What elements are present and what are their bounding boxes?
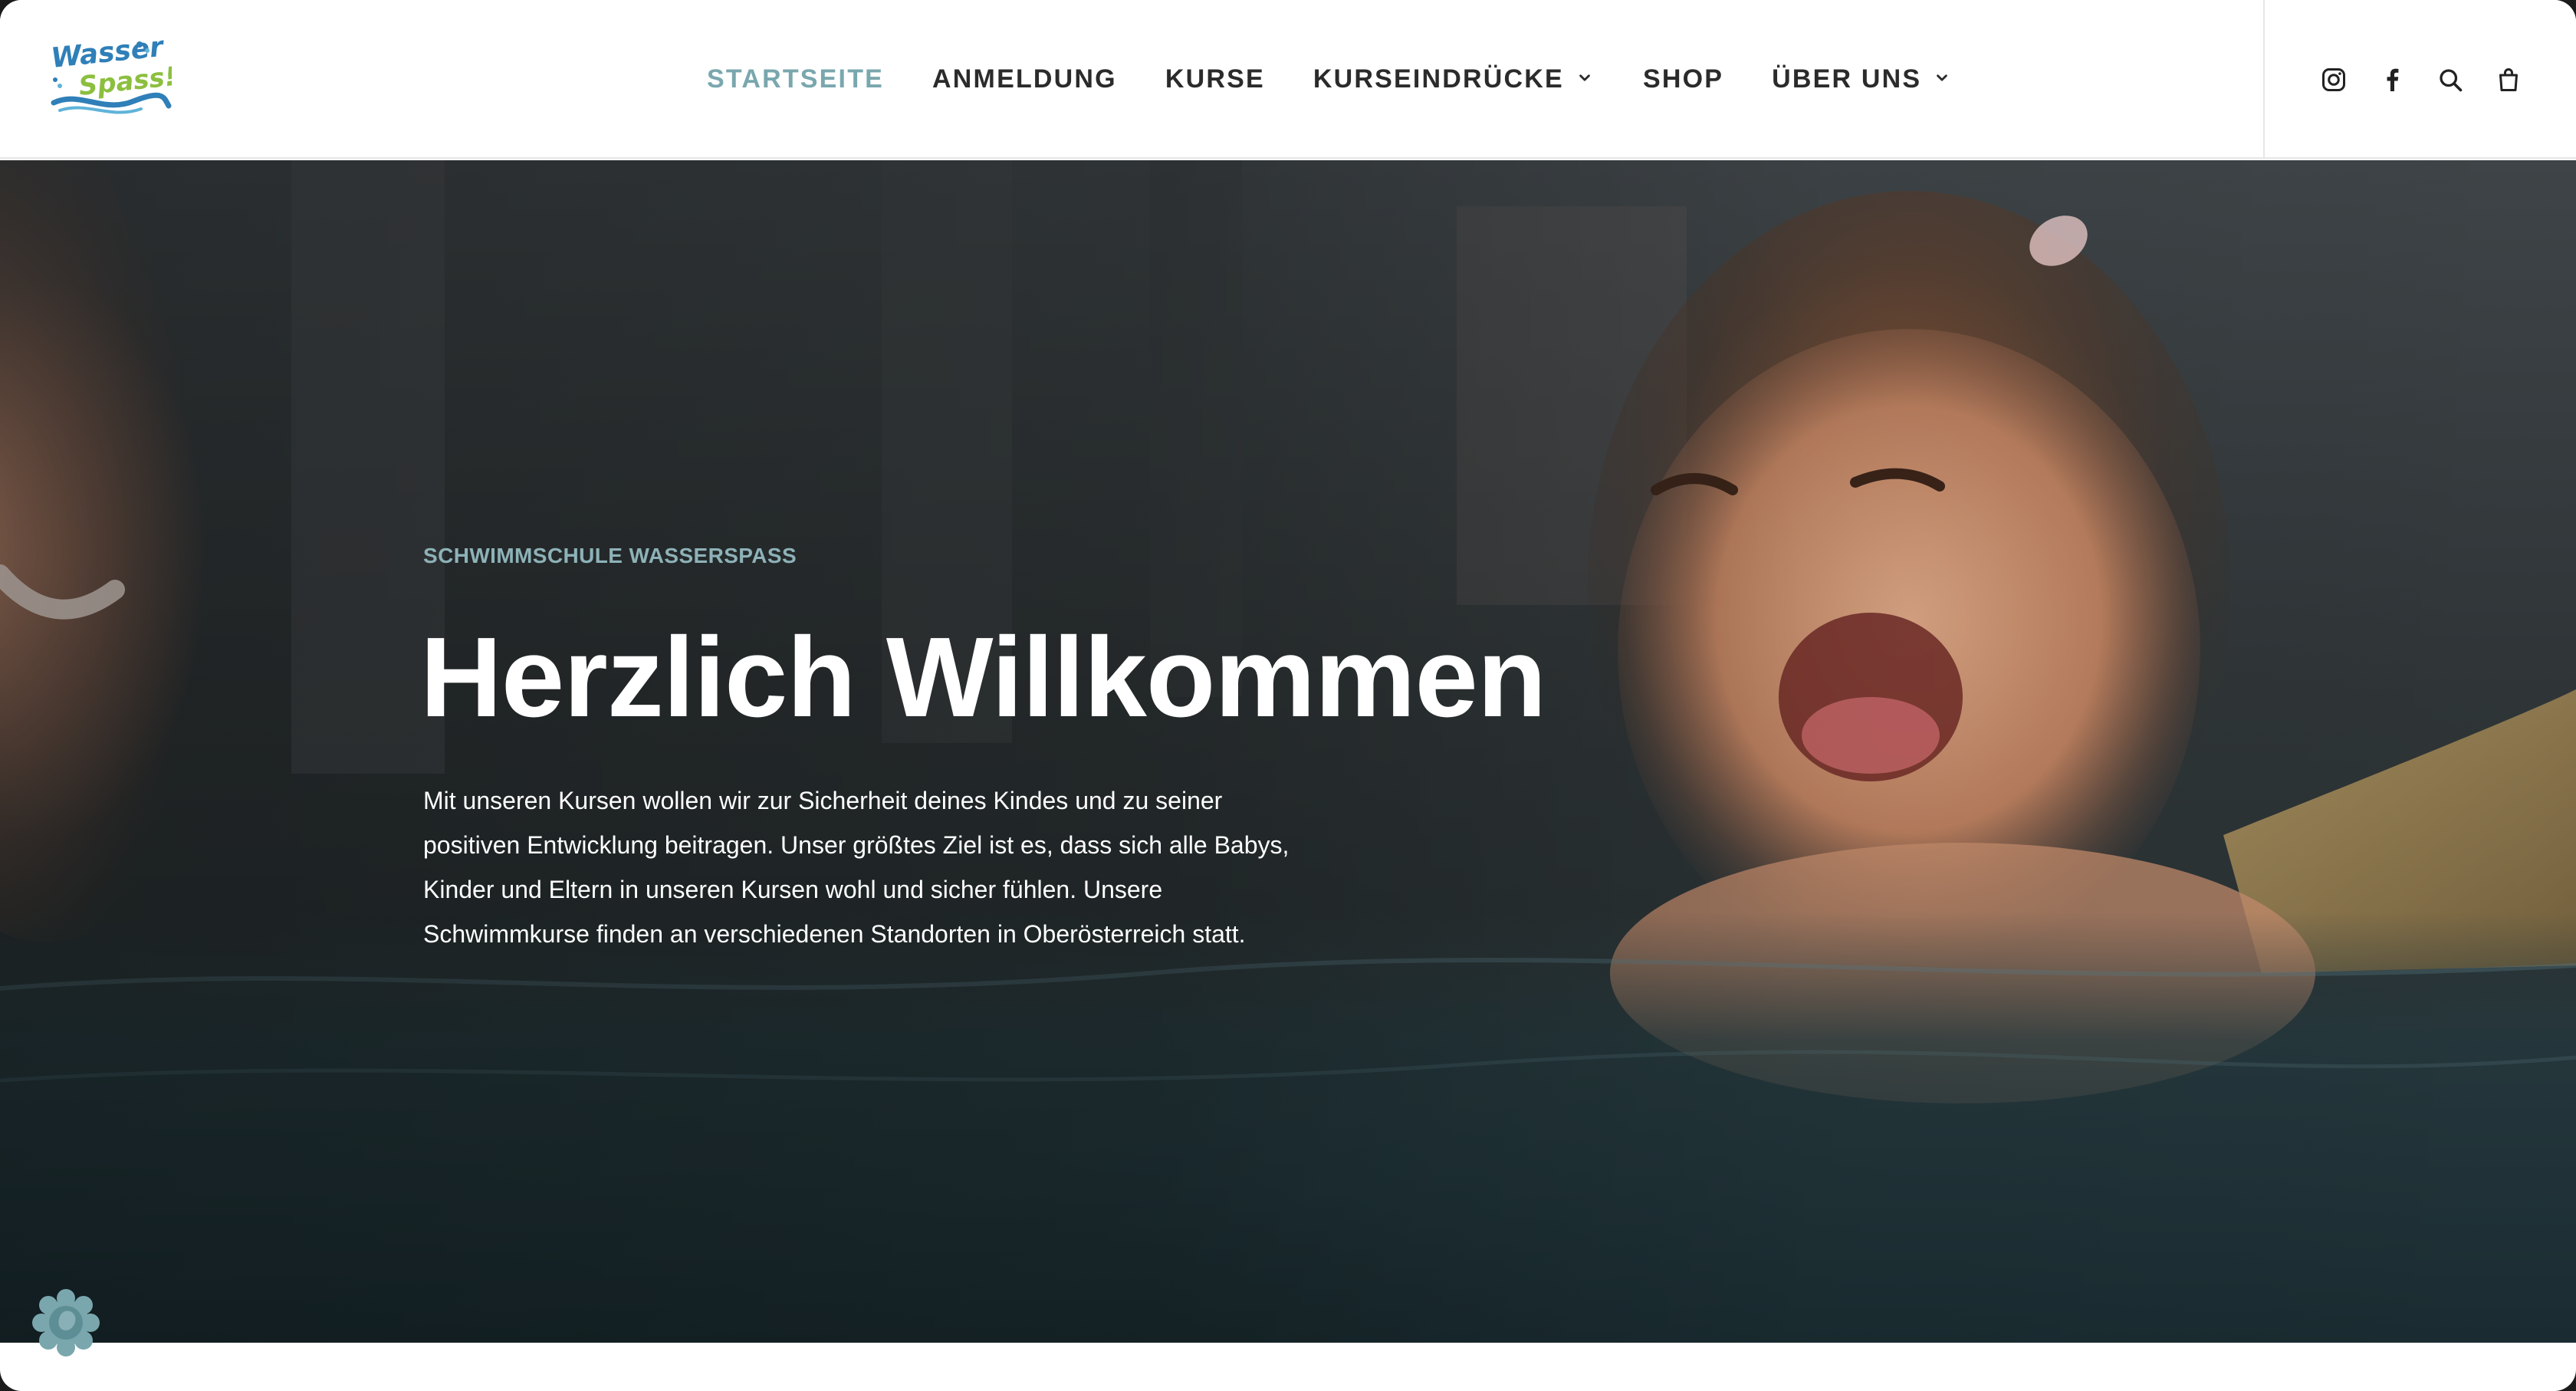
- cookie-settings-button[interactable]: [29, 1286, 103, 1360]
- nav-item-kurseindruecke[interactable]: KURSEINDRÜCKE: [1313, 0, 1595, 159]
- site-header: Wasser Spass! STARTSEITE ANMELDUNG KURSE…: [0, 0, 2576, 159]
- instagram-icon: [2322, 67, 2345, 91]
- cookie-settings-icon: [32, 1289, 100, 1356]
- nav-label: KURSEINDRÜCKE: [1313, 64, 1564, 94]
- site-logo[interactable]: Wasser Spass!: [49, 31, 178, 121]
- wasserspass-logo-icon: Wasser Spass!: [50, 31, 178, 114]
- instagram-link[interactable]: [2315, 61, 2352, 98]
- header-tools: [2315, 0, 2548, 159]
- shopping-bag-icon: [2499, 67, 2518, 91]
- nav-item-startseite[interactable]: STARTSEITE: [707, 0, 884, 159]
- nav-item-shop[interactable]: SHOP: [1643, 0, 1723, 159]
- nav-item-anmeldung[interactable]: ANMELDUNG: [932, 0, 1117, 159]
- header-divider: [2263, 0, 2265, 159]
- nav-label: SHOP: [1642, 64, 1724, 94]
- search-button[interactable]: [2432, 61, 2469, 98]
- nav-item-ueber-uns[interactable]: ÜBER UNS: [1772, 0, 1952, 159]
- hero-section: SCHWIMMSCHULE WASSERSPASS Herzlich Willk…: [0, 160, 2576, 1343]
- hero-headline: Herzlich Willkommen: [420, 614, 1546, 741]
- main-navigation: STARTSEITE ANMELDUNG KURSE KURSEINDRÜCKE…: [707, 0, 2000, 159]
- hero-intro-text: Mit unseren Kursen wollen wir zur Sicher…: [423, 787, 1290, 948]
- search-icon: [2440, 68, 2463, 91]
- browser-viewport: Wasser Spass! STARTSEITE ANMELDUNG KURSE…: [0, 0, 2576, 1391]
- hero-eyebrow: SCHWIMMSCHULE WASSERSPASS: [423, 544, 797, 567]
- nav-label: STARTSEITE: [707, 64, 885, 94]
- cart-button[interactable]: [2490, 61, 2527, 98]
- chevron-down-icon: [1937, 74, 1948, 81]
- nav-label: ANMELDUNG: [932, 64, 1117, 94]
- nav-label: KURSE: [1165, 64, 1265, 94]
- facebook-icon: [2387, 68, 2399, 91]
- nav-item-kurse[interactable]: KURSE: [1165, 0, 1265, 159]
- nav-label: ÜBER UNS: [1772, 64, 1922, 94]
- chevron-down-icon: [1579, 74, 1590, 81]
- facebook-link[interactable]: [2374, 61, 2410, 98]
- hero-overlay: [0, 160, 2576, 1343]
